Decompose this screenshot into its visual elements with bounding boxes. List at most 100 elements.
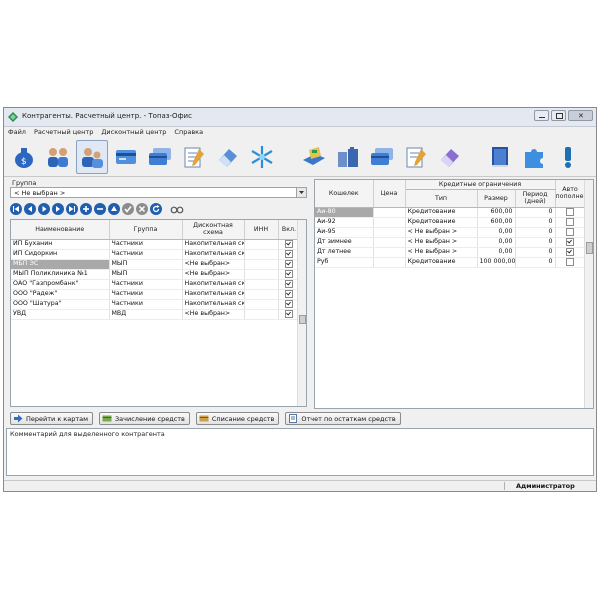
remove-record-button[interactable] — [94, 203, 106, 215]
column-header-wallet[interactable]: Кошелек — [315, 180, 374, 208]
table-row[interactable]: ООО "Радеж" Частники Накопительная ски — [11, 289, 301, 300]
minimize-button[interactable] — [534, 110, 549, 121]
column-header-size[interactable]: Размер — [477, 189, 516, 208]
menu-discount-center[interactable]: Дисконтный центр — [97, 127, 170, 137]
auto-refill-checkbox[interactable] — [566, 227, 574, 236]
puzzle-button[interactable] — [518, 140, 550, 174]
cell-type: Кредитование — [405, 257, 478, 268]
enabled-checkbox[interactable] — [285, 309, 293, 318]
menu-help[interactable]: Справка — [170, 127, 207, 137]
cell-wallet: Дт зимнее — [315, 237, 374, 248]
menu-bar: Файл Расчетный центр Дисконтный центр Сп… — [4, 127, 596, 137]
money-bag-button[interactable]: $ — [8, 140, 40, 174]
balance-report-label: Отчет по остаткам средств — [301, 414, 396, 423]
vertical-scrollbar[interactable] — [584, 180, 593, 408]
cell-size: 0,00 — [477, 227, 516, 238]
book-button[interactable] — [484, 140, 516, 174]
eraser-button[interactable] — [212, 140, 244, 174]
contractors-button[interactable] — [76, 140, 108, 174]
enabled-checkbox[interactable] — [285, 269, 293, 278]
enabled-checkbox[interactable] — [285, 239, 293, 248]
column-header-scheme[interactable]: Дисконтная схема — [182, 220, 245, 240]
info-button[interactable] — [552, 140, 584, 174]
auto-refill-checkbox[interactable] — [566, 207, 574, 216]
column-header-auto-refill[interactable]: Авто пополнение — [555, 180, 593, 208]
play-button[interactable] — [38, 203, 50, 215]
enabled-checkbox[interactable] — [285, 249, 293, 258]
table-row[interactable]: ИП Сидоркин Частники Накопительная ски — [11, 249, 301, 260]
credit-funds-button[interactable]: Зачисление средств — [99, 412, 190, 425]
table-row-selected[interactable]: Аи-80 Кредитование 600,00 0 — [315, 207, 586, 218]
cancel-edit-button[interactable] — [136, 203, 148, 215]
column-header-period[interactable]: Период (дней) — [515, 189, 556, 208]
search-button[interactable] — [170, 203, 184, 215]
cancel-icon — [136, 203, 148, 215]
table-row[interactable]: Дт зимнее < Не выбран >0,00 0 — [315, 237, 586, 248]
last-record-button[interactable] — [66, 203, 78, 215]
refresh-button[interactable] — [150, 203, 162, 215]
cell-price — [373, 217, 406, 228]
cell-size: 0,00 — [477, 247, 516, 258]
comment-field[interactable]: Комментарий для выделенного контрагента — [6, 428, 594, 476]
table-row[interactable]: ОАО "Газпромбанк" Частники Накопительная с… — [11, 279, 301, 290]
cell-group: Частники — [109, 279, 183, 290]
maximize-button[interactable] — [551, 110, 566, 121]
column-header-group[interactable]: Группа — [109, 220, 183, 240]
auto-refill-checkbox[interactable] — [566, 257, 574, 266]
move-up-button[interactable] — [108, 203, 120, 215]
payment-terminal-button[interactable] — [298, 140, 330, 174]
payment-terminal-icon — [303, 147, 325, 165]
cell-inn — [244, 279, 279, 290]
cards-button[interactable] — [144, 140, 176, 174]
enabled-checkbox[interactable] — [285, 259, 293, 268]
confirm-button[interactable] — [122, 203, 134, 215]
remove-icon — [94, 203, 106, 215]
cell-period: 0 — [515, 247, 556, 258]
cards-blue-button[interactable] — [366, 140, 398, 174]
table-row[interactable]: МЫП Поликлиника №1 МЫП <Не выбран> — [11, 269, 301, 280]
auto-refill-checkbox[interactable] — [566, 247, 574, 256]
menu-file[interactable]: Файл — [4, 127, 30, 137]
title-bar[interactable]: Контрагенты. Расчетный центр. - Топаз-Оф… — [4, 108, 596, 127]
menu-settlement-center[interactable]: Расчетный центр — [30, 127, 97, 137]
table-row[interactable]: Дт летнее < Не выбран >0,00 0 — [315, 247, 586, 258]
column-header-type[interactable]: Тип — [405, 189, 478, 208]
column-header-price[interactable]: Цена — [373, 180, 406, 208]
chevron-down-icon[interactable] — [296, 188, 306, 197]
scrollbar-thumb[interactable] — [586, 242, 593, 254]
next-record-button[interactable] — [52, 203, 64, 215]
table-row[interactable]: Аи-92 Кредитование 600,00 0 — [315, 217, 586, 228]
table-row-selected[interactable]: МБП ЭС МЫП <Не выбран> — [11, 259, 301, 270]
table-row[interactable]: Руб Кредитование 100 000,00 0 — [315, 257, 586, 268]
cell-type: < Не выбран > — [405, 227, 478, 238]
table-row[interactable]: УВД МВД <Не выбран> — [11, 309, 301, 320]
users-button[interactable] — [42, 140, 74, 174]
column-header-inn[interactable]: ИНН — [244, 220, 279, 240]
table-row[interactable]: Аи-95 < Не выбран >0,00 0 — [315, 227, 586, 238]
debit-funds-button[interactable]: Списание средств — [195, 412, 280, 425]
prev-record-button[interactable] — [24, 203, 36, 215]
table-row[interactable]: ИП Буханин Частники Накопительная ски — [11, 239, 301, 250]
auto-refill-checkbox[interactable] — [566, 217, 574, 226]
enabled-checkbox[interactable] — [285, 289, 293, 298]
enabled-checkbox[interactable] — [285, 279, 293, 288]
column-header-name[interactable]: Наименование — [11, 220, 110, 240]
eraser-purple-button[interactable] — [434, 140, 466, 174]
notepad-button[interactable] — [178, 140, 210, 174]
group-select[interactable]: < Не выбран > — [10, 187, 307, 198]
status-bar: Администратор — [4, 480, 596, 491]
balance-report-button[interactable]: Отчет по остаткам средств — [285, 412, 401, 425]
auto-refill-checkbox[interactable] — [566, 237, 574, 246]
fuel-cans-button[interactable] — [332, 140, 364, 174]
add-record-button[interactable] — [80, 203, 92, 215]
card-button[interactable] — [110, 140, 142, 174]
snowflake-button[interactable] — [246, 140, 278, 174]
notepad-pencil-button[interactable] — [400, 140, 432, 174]
goto-cards-button[interactable]: Перейти к картам — [10, 412, 94, 425]
table-row[interactable]: ООО "Шатура" Частники Накопительная ски — [11, 299, 301, 310]
first-record-button[interactable] — [10, 203, 22, 215]
scrollbar-thumb[interactable] — [299, 315, 306, 324]
vertical-scrollbar[interactable] — [297, 220, 306, 406]
enabled-checkbox[interactable] — [285, 299, 293, 308]
close-button[interactable]: ✕ — [568, 110, 593, 121]
